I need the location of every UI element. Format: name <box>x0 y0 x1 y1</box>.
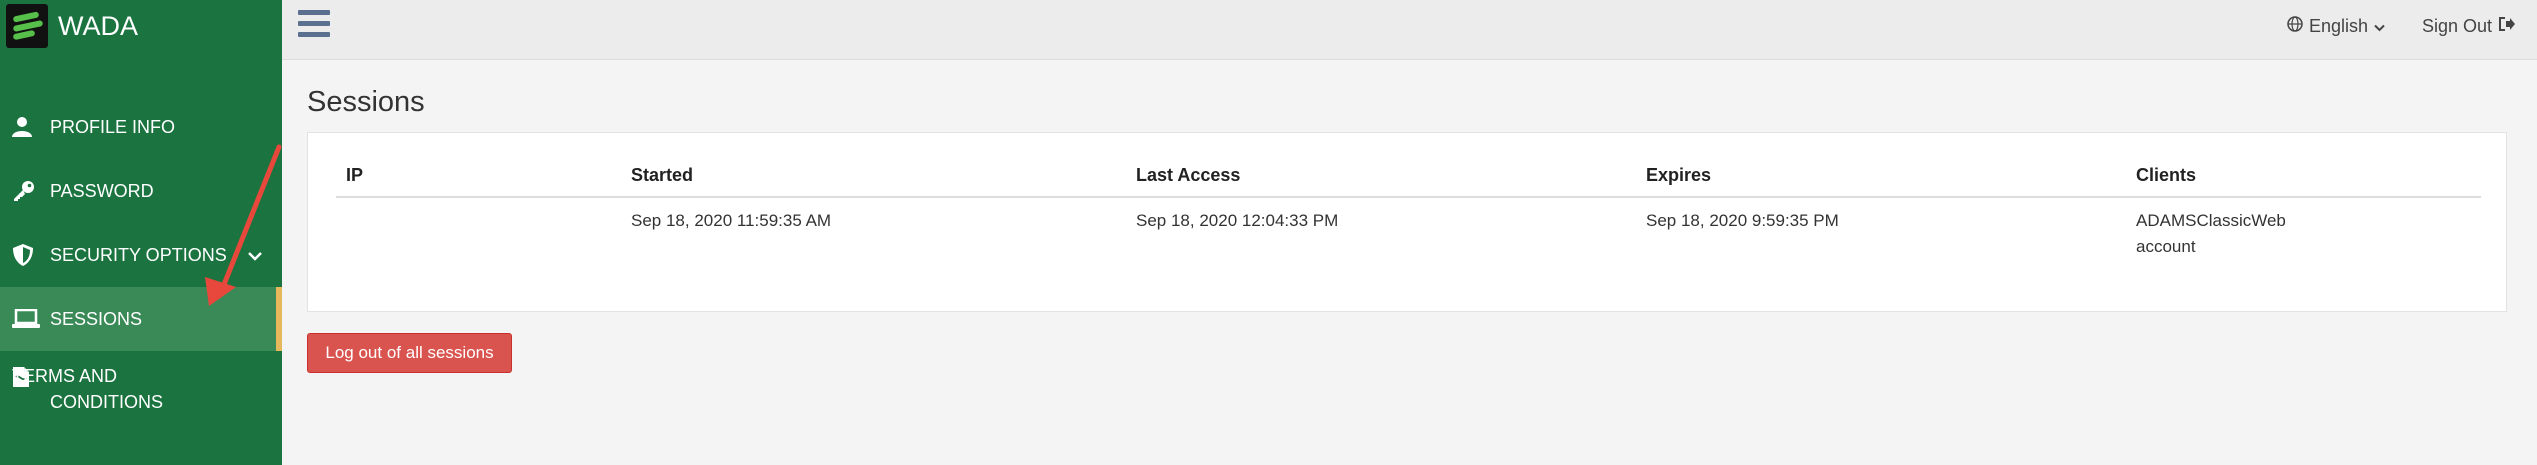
globe-icon <box>2287 16 2303 37</box>
sidebar-item-sessions[interactable]: SESSIONS <box>0 287 282 351</box>
wada-logo <box>6 4 48 48</box>
column-header-ip: IP <box>336 159 621 198</box>
page-title: Sessions <box>307 86 425 118</box>
sidebar-item-profile-info[interactable]: PROFILE INFO <box>0 95 282 159</box>
laptop-icon <box>12 307 40 331</box>
client-name: ADAMSClassicWeb <box>2136 211 2286 230</box>
sidebar-item-security-options[interactable]: SECURITY OPTIONS <box>0 223 282 287</box>
table-header-row: IP Started Last Access Expires Clients <box>336 159 2481 198</box>
hamburger-menu-icon[interactable] <box>298 10 330 40</box>
logout-all-sessions-button[interactable]: Log out of all sessions <box>307 333 512 373</box>
cell-clients: ADAMSClassicWeb account <box>2126 197 2481 270</box>
column-header-clients: Clients <box>2126 159 2481 198</box>
sidebar-item-label: PASSWORD <box>50 180 154 201</box>
language-label: English <box>2309 16 2369 36</box>
user-icon <box>12 115 40 139</box>
sidebar-item-label: SECURITY OPTIONS <box>50 244 227 265</box>
sign-out-link[interactable]: Sign Out <box>2422 16 2516 37</box>
cell-expires: Sep 18, 2020 9:59:35 PM <box>1646 211 1839 230</box>
sign-out-label: Sign Out <box>2422 16 2493 36</box>
sidebar-item-label: TERMS AND CONDITIONS <box>12 366 164 412</box>
table-row: Sep 18, 2020 11:59:35 AM Sep 18, 2020 12… <box>336 197 2481 270</box>
sidebar-item-terms-and-conditions[interactable]: TERMS AND CONDITIONS <box>0 351 282 421</box>
language-selector[interactable]: English <box>2287 16 2385 37</box>
key-icon <box>12 179 40 203</box>
cell-ip <box>336 197 621 270</box>
column-header-last-access: Last Access <box>1126 159 1636 198</box>
sessions-table: IP Started Last Access Expires Clients S… <box>336 159 2481 270</box>
sidebar-item-label: SESSIONS <box>50 308 143 329</box>
cell-last-access: Sep 18, 2020 12:04:33 PM <box>1136 211 1339 230</box>
top-bar: English Sign Out <box>282 0 2537 60</box>
sidebar-item-password[interactable]: PASSWORD <box>0 159 282 223</box>
sidebar-item-label: PROFILE INFO <box>50 116 176 137</box>
client-name: account <box>2136 237 2196 256</box>
cell-started: Sep 18, 2020 11:59:35 AM <box>631 211 832 230</box>
brand[interactable]: WADA <box>6 2 138 50</box>
column-header-started: Started <box>621 159 1126 198</box>
column-header-expires: Expires <box>1636 159 2126 198</box>
chevron-down-icon[interactable] <box>248 245 262 266</box>
app-name: WADA <box>58 10 138 41</box>
sign-out-icon <box>2498 16 2516 37</box>
sidebar-nav: PROFILE INFO PASSWORD SECURITY OPTIONS S… <box>0 95 282 421</box>
sessions-panel: IP Started Last Access Expires Clients S… <box>307 132 2507 312</box>
chevron-down-icon <box>2374 16 2385 37</box>
shield-icon <box>12 243 40 267</box>
sidebar: WADA PROFILE INFO PASSWORD SECURITY OPTI… <box>0 0 282 465</box>
